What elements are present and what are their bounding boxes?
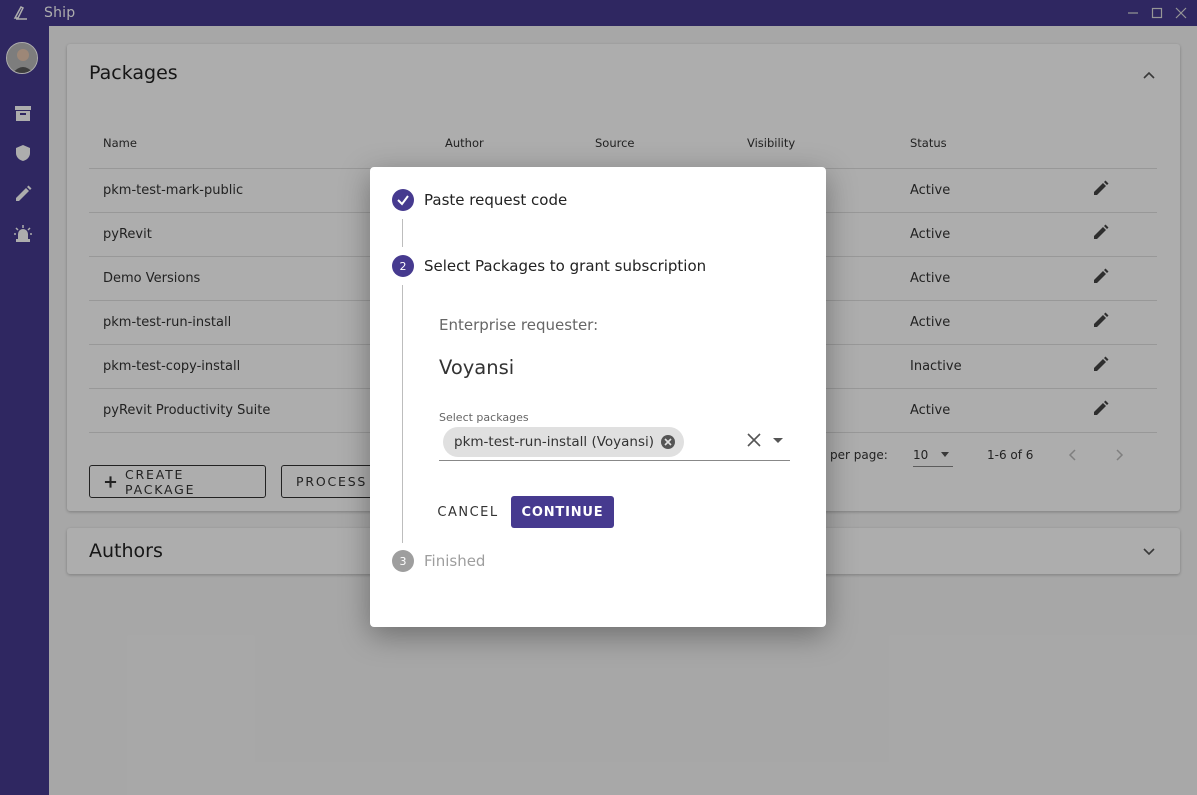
dropdown-arrow-icon[interactable] [772,434,784,446]
step-3-number: 3 [392,550,414,572]
check-icon [392,189,414,211]
step-2-number: 2 [392,255,414,277]
grant-subscription-dialog: Paste request code 2 Select Packages to … [370,167,826,627]
step-1-label: Paste request code [424,191,568,209]
cancel-circle-icon[interactable] [660,434,676,450]
continue-button[interactable]: CONTINUE [511,496,614,528]
requester-value: Voyansi [439,356,515,379]
select-packages-label: Select packages [439,411,529,424]
requester-label: Enterprise requester: [439,316,599,334]
step-3-label: Finished [424,552,486,570]
close-icon[interactable] [744,430,764,450]
step-2-label: Select Packages to grant subscription [424,257,707,275]
select-packages-input[interactable]: pkm-test-run-install (Voyansi) [439,424,790,461]
cancel-button[interactable]: CANCEL [430,496,506,528]
selected-package-chip[interactable]: pkm-test-run-install (Voyansi) [443,427,685,457]
